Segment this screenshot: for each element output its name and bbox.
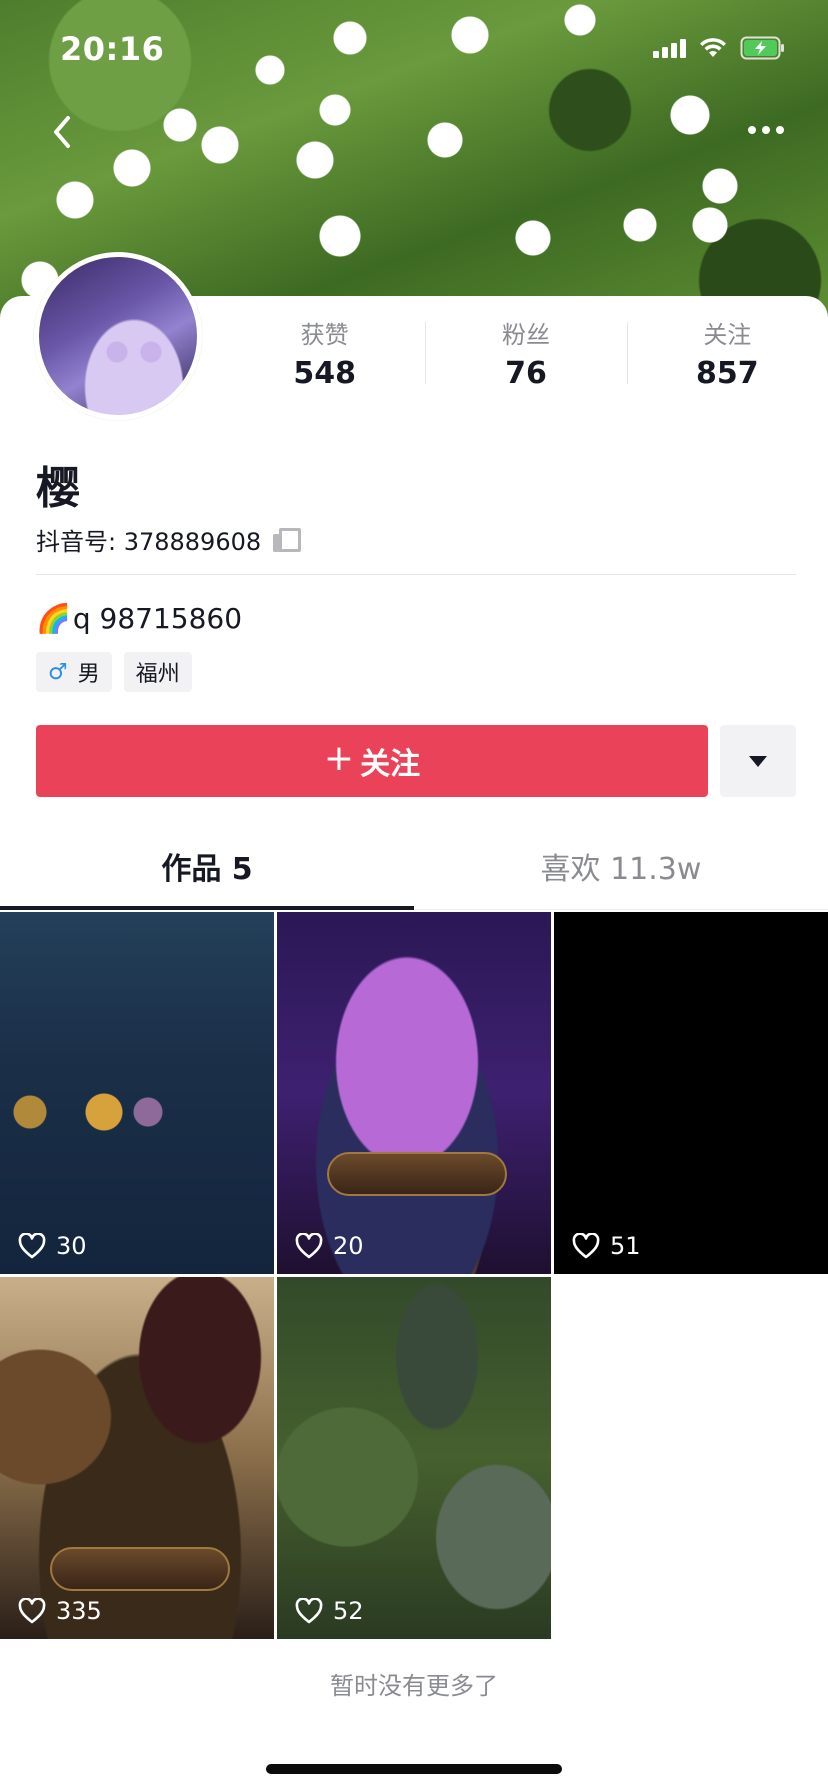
- heart-icon: [295, 1598, 323, 1624]
- video-likes: 335: [18, 1597, 102, 1625]
- follow-button-label: 关注: [360, 747, 421, 782]
- copy-icon[interactable]: [273, 527, 302, 552]
- avatar[interactable]: [34, 252, 202, 420]
- video-thumbnail[interactable]: 335: [0, 1277, 274, 1639]
- video-thumbnail[interactable]: 52: [277, 1277, 551, 1639]
- location-tag-label: 福州: [135, 662, 180, 687]
- more-options-button[interactable]: [744, 116, 788, 148]
- home-indicator[interactable]: [266, 1764, 562, 1774]
- video-likes: 30: [18, 1232, 87, 1260]
- video-likes: 52: [295, 1597, 364, 1625]
- gender-tag-label: 男: [77, 662, 100, 687]
- video-thumbnail[interactable]: 30: [0, 912, 274, 1274]
- recommend-dropdown-button[interactable]: [720, 725, 796, 797]
- video-likes-count: 335: [56, 1597, 102, 1625]
- more-dots-icon: [748, 126, 784, 134]
- video-likes-count: 52: [333, 1597, 364, 1625]
- stat-following-value: 857: [696, 356, 759, 391]
- video-thumbnail[interactable]: 51: [554, 912, 828, 1274]
- start-game-banner: [50, 1547, 230, 1591]
- stat-likes-label: 获赞: [300, 321, 349, 349]
- status-time: 20:16: [60, 30, 165, 68]
- stat-likes[interactable]: 获赞 548: [224, 318, 425, 398]
- caret-down-icon: [749, 755, 767, 767]
- gender-tag: ♂ 男: [36, 652, 112, 692]
- video-likes: 51: [572, 1232, 641, 1260]
- stat-followers-label: 粉丝: [501, 321, 550, 349]
- back-button[interactable]: [44, 110, 80, 154]
- stat-followers[interactable]: 粉丝 76: [425, 318, 626, 398]
- chevron-left-icon: [54, 116, 70, 148]
- male-icon: ♂: [48, 659, 68, 685]
- douyin-id: 抖音号: 378889608: [36, 522, 302, 557]
- status-icons: [653, 36, 786, 60]
- profile-bio: 🌈 q 98715860: [36, 602, 242, 635]
- tab-works[interactable]: 作品 5: [0, 830, 414, 910]
- video-likes: 20: [295, 1232, 364, 1260]
- heart-icon: [295, 1233, 323, 1259]
- content-tabs: 作品 5 喜欢 11.3w: [0, 830, 828, 910]
- start-game-banner: [327, 1152, 507, 1196]
- profile-name: 樱: [36, 463, 80, 514]
- heart-icon: [572, 1233, 600, 1259]
- plus-icon: +: [323, 738, 355, 779]
- video-likes-count: 51: [610, 1232, 641, 1260]
- divider: [36, 574, 796, 575]
- heart-icon: [18, 1598, 46, 1624]
- profile-tags: ♂ 男 福州: [36, 652, 192, 692]
- signal-icon: [653, 38, 686, 58]
- douyin-id-text: 抖音号: 378889608: [36, 528, 262, 556]
- stat-followers-value: 76: [505, 356, 547, 391]
- status-bar: 20:16: [0, 0, 828, 100]
- video-thumbnail[interactable]: 20: [277, 912, 551, 1274]
- stat-likes-value: 548: [293, 356, 356, 391]
- stat-following[interactable]: 关注 857: [626, 318, 828, 398]
- video-likes-count: 30: [56, 1232, 87, 1260]
- tab-likes[interactable]: 喜欢 11.3w: [414, 830, 828, 909]
- heart-icon: [18, 1233, 46, 1259]
- no-more-content-text: 暂时没有更多了: [330, 1672, 498, 1700]
- stat-following-label: 关注: [703, 321, 752, 349]
- profile-stats: 获赞 548 粉丝 76 关注 857: [224, 318, 828, 398]
- wifi-icon: [698, 37, 728, 59]
- location-tag: 福州: [123, 652, 192, 692]
- video-likes-count: 20: [333, 1232, 364, 1260]
- rainbow-emoji: 🌈: [36, 602, 71, 635]
- follow-button[interactable]: + 关注: [36, 725, 708, 797]
- battery-charging-icon: [740, 36, 786, 60]
- bio-text: q 98715860: [72, 602, 243, 635]
